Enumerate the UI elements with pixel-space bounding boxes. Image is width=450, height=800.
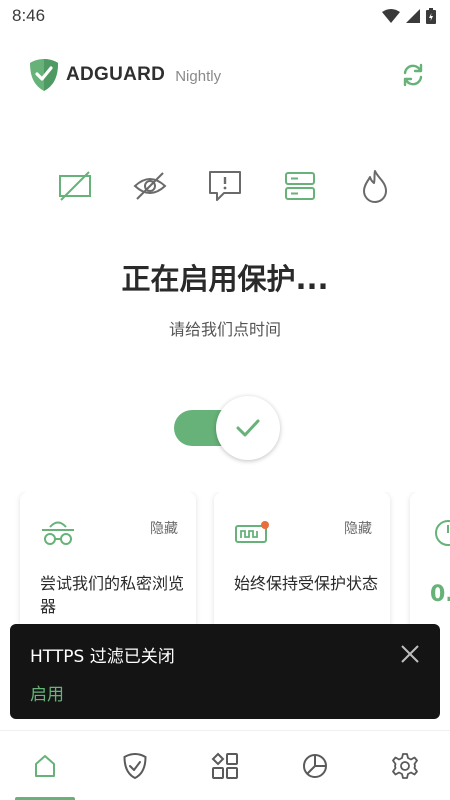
timer-icon <box>435 520 450 546</box>
battery-icon <box>426 8 436 24</box>
protection-toggle[interactable] <box>172 396 280 460</box>
status-time: 8:46 <box>12 6 46 25</box>
signal-icon <box>406 9 420 23</box>
pie-chart-icon <box>303 753 327 778</box>
active-tab-indicator <box>15 796 75 800</box>
status-bar: 8:46 <box>0 0 450 32</box>
card-title: 尝试我们的私密浏览器 <box>40 574 185 616</box>
protection-features-row <box>55 164 395 208</box>
adguard-logo-icon <box>30 59 58 91</box>
snackbar-message: HTTPS 过滤已关闭 <box>30 647 175 667</box>
checkmark-icon <box>236 419 260 437</box>
nav-statistics[interactable] <box>285 731 345 800</box>
nav-home[interactable] <box>15 731 75 800</box>
battery-protection-icon <box>235 521 269 543</box>
nav-protection[interactable] <box>105 731 165 800</box>
private-browser-card[interactable]: 隐藏 尝试我们的私密浏览器 <box>20 492 196 632</box>
app-header: ADGUARD Nightly <box>0 52 450 98</box>
home-icon <box>35 754 55 777</box>
close-icon[interactable] <box>400 644 420 664</box>
wifi-icon <box>382 9 400 23</box>
apps-icon <box>211 752 238 779</box>
hide-card-button[interactable]: 隐藏 <box>150 518 178 538</box>
https-filtering-snackbar: HTTPS 过滤已关闭 启用 <box>10 624 440 719</box>
bottom-navigation <box>0 730 450 800</box>
card-value: 0. <box>430 582 450 607</box>
brand-name: ADGUARD <box>66 64 166 85</box>
enable-https-button[interactable]: 启用 <box>30 680 64 705</box>
nav-settings[interactable] <box>375 731 435 800</box>
stay-protected-card[interactable]: 隐藏 始终保持受保护状态 <box>214 492 390 632</box>
nav-apps[interactable] <box>195 731 255 800</box>
protection-status-subtitle: 请给我们点时间 <box>168 320 281 339</box>
statistics-card-partial[interactable]: 0. <box>410 492 450 632</box>
tracking-protection-icon[interactable] <box>130 166 170 206</box>
shield-check-icon <box>123 752 147 779</box>
promo-cards-carousel[interactable]: 隐藏 尝试我们的私密浏览器 隐藏 始终保持受保护状态 0. <box>0 492 450 632</box>
refresh-icon <box>403 63 423 87</box>
brand-channel: Nightly <box>175 67 222 85</box>
dns-protection-icon[interactable] <box>280 166 320 206</box>
refresh-button[interactable] <box>398 60 428 90</box>
incognito-icon <box>42 521 74 545</box>
firewall-icon[interactable] <box>355 166 395 206</box>
ad-blocking-off-icon[interactable] <box>55 166 95 206</box>
annoyance-icon[interactable] <box>205 166 245 206</box>
toggle-knob <box>216 396 280 460</box>
hide-card-button[interactable]: 隐藏 <box>344 518 372 538</box>
gear-icon <box>392 752 418 779</box>
card-title: 始终保持受保护状态 <box>234 574 379 593</box>
protection-status-title: 正在启用保护... <box>121 262 329 296</box>
status-icons <box>382 8 436 24</box>
